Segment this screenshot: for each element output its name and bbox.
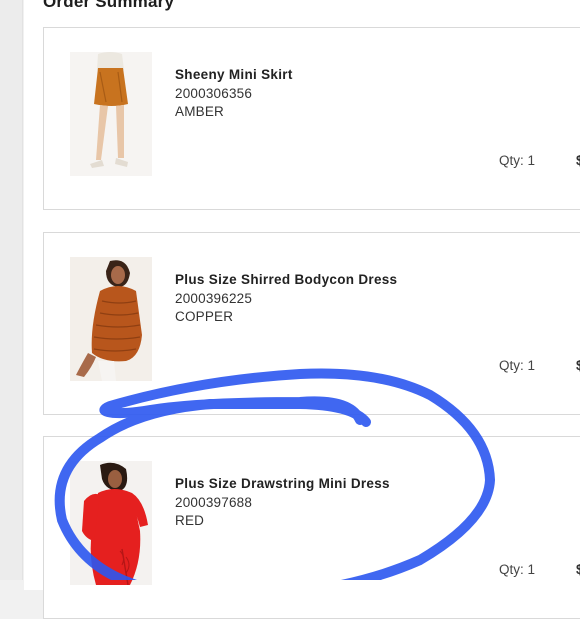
quantity: Qty: 1: [499, 358, 535, 373]
quantity-value: 1: [527, 358, 536, 373]
quantity: Qty: 1: [499, 562, 535, 577]
order-summary-heading: Order Summary: [43, 0, 175, 11]
quantity: Qty: 1: [499, 153, 535, 168]
product-image[interactable]: [70, 257, 152, 381]
product-sku: 2000397688: [175, 495, 253, 510]
product-color: RED: [175, 513, 205, 528]
product-image[interactable]: [70, 461, 152, 585]
quantity-value: 1: [527, 562, 536, 577]
page-gutter: [0, 0, 23, 580]
product-sku: 2000306356: [175, 86, 253, 101]
order-item-card: Sheeny Mini Skirt 2000306356 AMBER Qty: …: [43, 27, 580, 210]
product-sku: 2000396225: [175, 291, 253, 306]
product-color: AMBER: [175, 104, 225, 119]
order-item-card: Plus Size Drawstring Mini Dress 20003976…: [43, 436, 580, 619]
product-color: COPPER: [175, 309, 234, 324]
shirred-bodycon-dress-image: [70, 257, 152, 381]
quantity-label: Qty:: [499, 153, 524, 168]
price-cut-off: $: [576, 153, 580, 168]
product-image[interactable]: [70, 52, 152, 176]
sheeny-mini-skirt-image: [70, 52, 152, 176]
product-name[interactable]: Sheeny Mini Skirt: [175, 67, 293, 82]
product-name[interactable]: Plus Size Shirred Bodycon Dress: [175, 272, 397, 287]
price-cut-off: $: [576, 562, 580, 577]
quantity-value: 1: [527, 153, 536, 168]
price-cut-off: $: [576, 358, 580, 373]
quantity-label: Qty:: [499, 562, 524, 577]
drawstring-mini-dress-image: [70, 461, 152, 585]
order-item-card: Plus Size Shirred Bodycon Dress 20003962…: [43, 232, 580, 415]
product-name[interactable]: Plus Size Drawstring Mini Dress: [175, 476, 390, 491]
quantity-label: Qty:: [499, 358, 524, 373]
